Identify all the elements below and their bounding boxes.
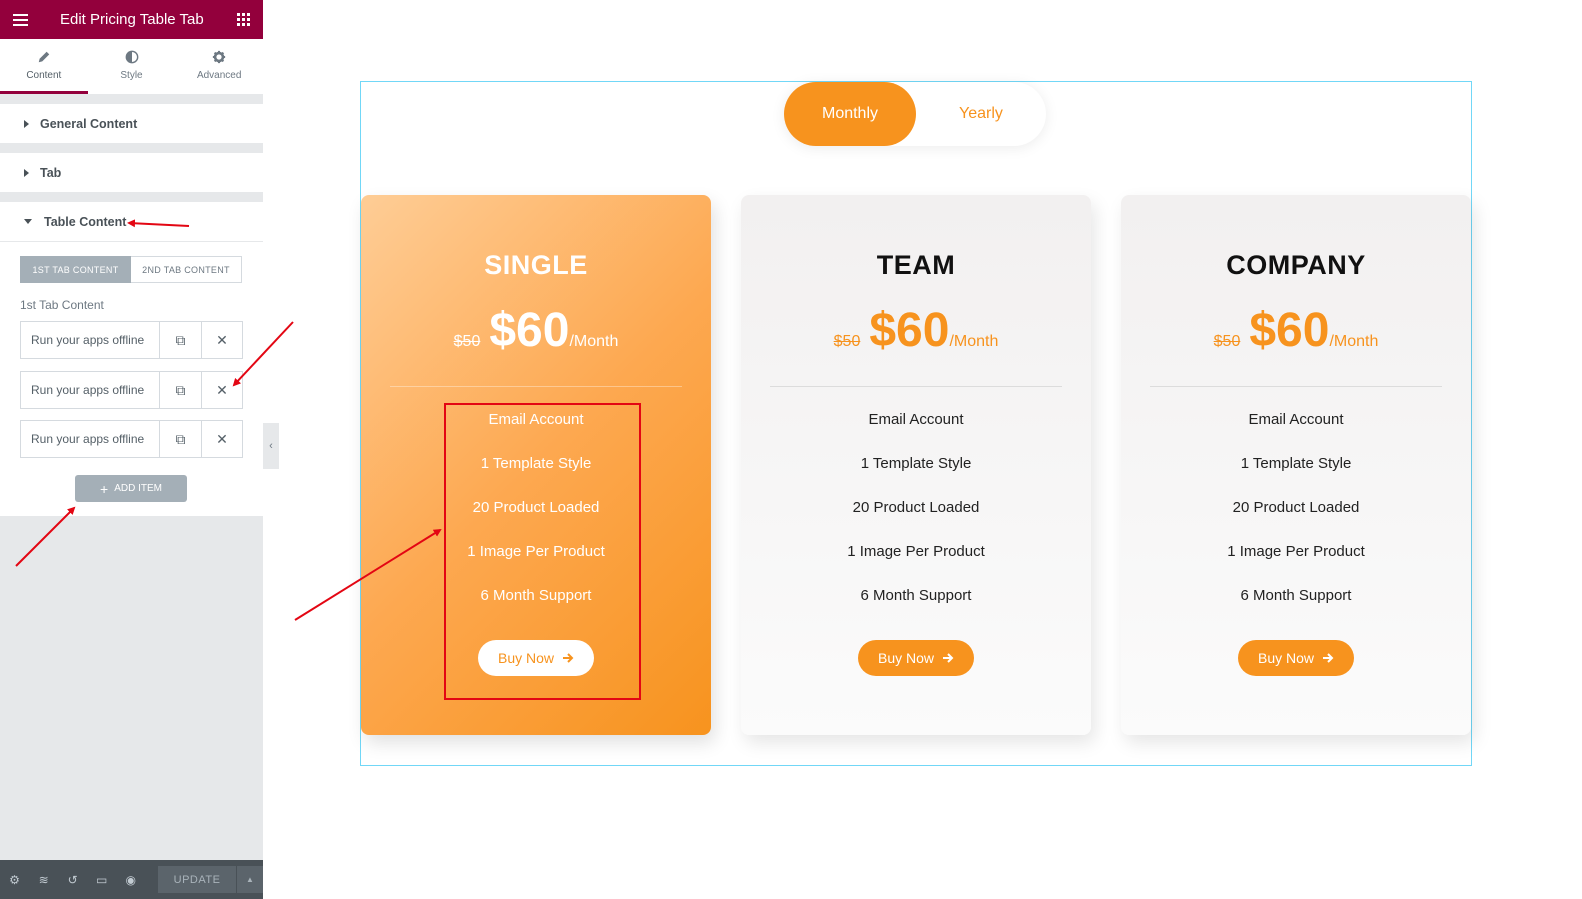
- plan-name: SINGLE: [484, 250, 588, 280]
- duplicate-icon[interactable]: ⧉: [160, 322, 201, 358]
- content-tab-switcher: 1ST TAB CONTENT 2ND TAB CONTENT: [20, 256, 242, 283]
- close-icon[interactable]: ✕: [201, 372, 242, 408]
- price-period: /Month: [949, 333, 999, 350]
- arrow-right-icon: [943, 653, 954, 663]
- feature-item: 20 Product Loaded: [852, 499, 980, 516]
- plus-icon: +: [100, 480, 109, 497]
- divider: [770, 386, 1062, 387]
- caret-right-icon: [24, 168, 29, 177]
- caret-down-icon: [24, 219, 32, 224]
- history-icon[interactable]: ↺: [58, 860, 87, 899]
- add-item-label: ADD ITEM: [114, 483, 162, 494]
- arrow-right-icon: [1323, 653, 1334, 663]
- settings-icon[interactable]: ⚙: [0, 860, 29, 899]
- plan-name: TEAM: [876, 250, 956, 280]
- repeater-item[interactable]: Run your apps offline ⧉ ✕: [20, 321, 243, 359]
- current-price: $60: [489, 304, 570, 357]
- section-tab[interactable]: Tab: [0, 153, 263, 192]
- panel-tabs: Content Style Advanced: [0, 39, 263, 94]
- divider: [390, 386, 682, 387]
- first-tab-content-button[interactable]: 1ST TAB CONTENT: [20, 256, 131, 283]
- price-block: $50 $60 /Month: [1121, 303, 1471, 358]
- preview-eye-icon[interactable]: ◉: [116, 860, 145, 899]
- widgets-grid-icon[interactable]: [223, 0, 263, 39]
- section-table-content-label: Table Content: [44, 214, 127, 229]
- buy-now-label: Buy Now: [877, 650, 935, 666]
- buy-now-label: Buy Now: [1257, 650, 1315, 666]
- gear-icon: [213, 50, 226, 63]
- annotation-highlight-box: [444, 403, 641, 700]
- price-block: $50 $60 /Month: [361, 303, 711, 358]
- navigator-layers-icon[interactable]: ≋: [29, 860, 58, 899]
- pricing-card: TEAM $50 $60 /Month Email Account 1 Temp…: [741, 195, 1091, 735]
- caret-right-icon: [24, 119, 29, 128]
- editor-panel: Edit Pricing Table Tab Content Style Adv…: [0, 0, 263, 899]
- feature-item: 6 Month Support: [1240, 587, 1352, 604]
- close-icon[interactable]: ✕: [201, 421, 242, 457]
- feature-list: Email Account 1 Template Style 20 Produc…: [741, 411, 1091, 631]
- panel-header: Edit Pricing Table Tab: [0, 0, 263, 39]
- duplicate-icon[interactable]: ⧉: [160, 372, 201, 408]
- duplicate-icon[interactable]: ⧉: [160, 421, 201, 457]
- section-tab-label: Tab: [40, 165, 62, 180]
- panel-title: Edit Pricing Table Tab: [60, 11, 204, 28]
- collapse-panel-handle[interactable]: ‹: [263, 423, 279, 469]
- plan-name: COMPANY: [1226, 250, 1366, 280]
- monthly-toggle-button[interactable]: Monthly: [784, 82, 916, 146]
- tab-style-label: Style: [120, 69, 143, 81]
- feature-item: 1 Image Per Product: [847, 543, 985, 560]
- buy-now-button[interactable]: Buy Now: [858, 640, 974, 676]
- feature-item: 1 Image Per Product: [1227, 543, 1365, 560]
- feature-item: 1 Template Style: [1240, 455, 1352, 472]
- responsive-mode-icon[interactable]: ▭: [87, 860, 116, 899]
- old-price: $50: [1213, 333, 1241, 350]
- second-tab-content-button[interactable]: 2ND TAB CONTENT: [131, 256, 242, 283]
- repeater-item-title[interactable]: Run your apps offline: [21, 421, 160, 457]
- repeater-item[interactable]: Run your apps offline ⧉ ✕: [20, 371, 243, 409]
- add-item-button[interactable]: + ADD ITEM: [75, 475, 187, 502]
- tab-content[interactable]: Content: [0, 39, 88, 94]
- feature-item: 1 Template Style: [860, 455, 972, 472]
- repeater-item[interactable]: Run your apps offline ⧉ ✕: [20, 420, 243, 458]
- current-price: $60: [869, 304, 950, 357]
- old-price: $50: [453, 333, 481, 350]
- caret-up-icon[interactable]: ▲: [235, 866, 263, 893]
- feature-list: Email Account 1 Template Style 20 Produc…: [1121, 411, 1471, 631]
- old-price: $50: [833, 333, 861, 350]
- price-period: /Month: [569, 333, 619, 350]
- repeater-item-title[interactable]: Run your apps offline: [21, 372, 160, 408]
- feature-item: 6 Month Support: [860, 587, 972, 604]
- buy-now-button[interactable]: Buy Now: [1238, 640, 1354, 676]
- first-tab-content-label: 1st Tab Content: [20, 298, 104, 312]
- current-price: $60: [1249, 304, 1330, 357]
- table-content-body: 1ST TAB CONTENT 2ND TAB CONTENT 1st Tab …: [0, 241, 263, 516]
- repeater-item-title[interactable]: Run your apps offline: [21, 322, 160, 358]
- half-circle-icon: [125, 50, 138, 63]
- price-period: /Month: [1329, 333, 1379, 350]
- feature-item: 20 Product Loaded: [1232, 499, 1360, 516]
- section-general-label: General Content: [40, 116, 138, 131]
- pencil-icon: [38, 51, 50, 62]
- panel-footer: ⚙ ≋ ↺ ▭ ◉ UPDATE ▲: [0, 860, 263, 899]
- divider: [1150, 386, 1442, 387]
- update-button[interactable]: UPDATE: [158, 866, 236, 893]
- tab-advanced-label: Advanced: [196, 69, 242, 81]
- section-general-content[interactable]: General Content: [0, 104, 263, 143]
- tab-content-label: Content: [26, 69, 62, 81]
- tab-style[interactable]: Style: [88, 39, 176, 94]
- feature-item: Email Account: [1248, 411, 1344, 428]
- section-table-content[interactable]: Table Content: [0, 202, 263, 241]
- pricing-card: COMPANY $50 $60 /Month Email Account 1 T…: [1121, 195, 1471, 735]
- hamburger-menu-icon[interactable]: [0, 0, 40, 39]
- close-icon[interactable]: ✕: [201, 322, 242, 358]
- billing-toggle: Monthly Yearly: [784, 82, 1046, 146]
- tab-advanced[interactable]: Advanced: [175, 39, 263, 94]
- yearly-toggle-button[interactable]: Yearly: [916, 82, 1046, 146]
- feature-item: Email Account: [868, 411, 964, 428]
- price-block: $50 $60 /Month: [741, 303, 1091, 358]
